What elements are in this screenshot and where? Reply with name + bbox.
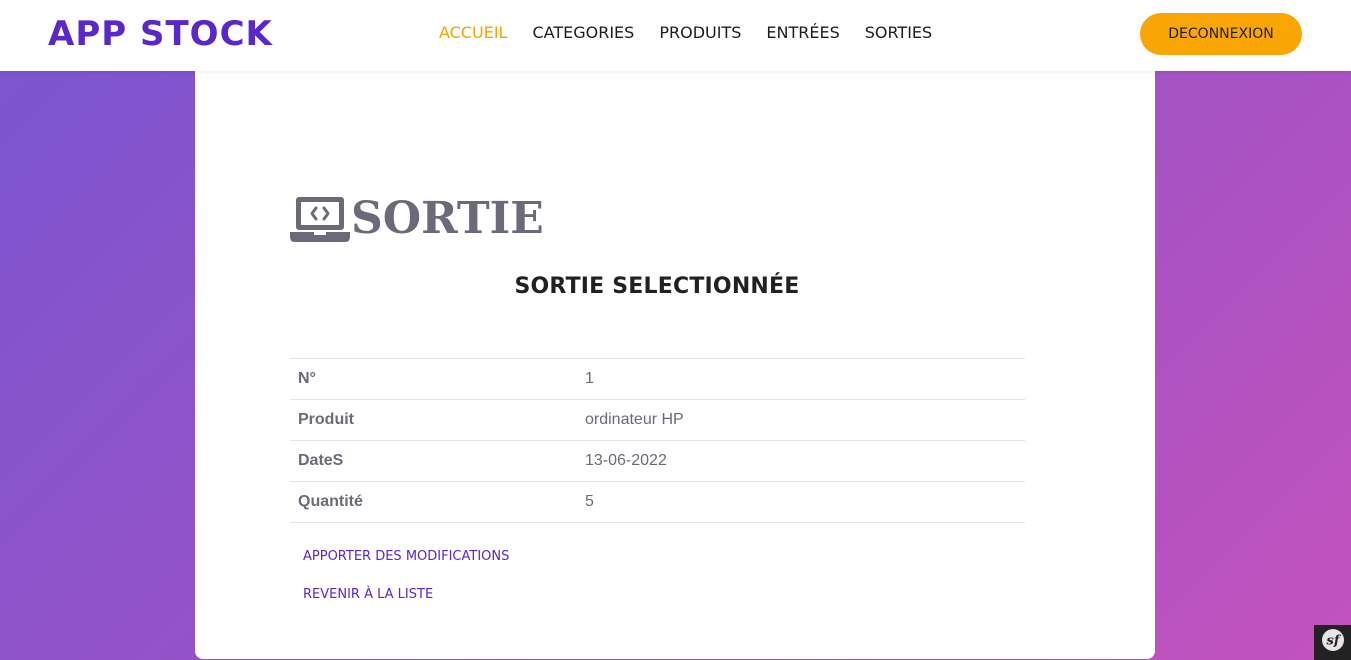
row-label: Produit (298, 411, 354, 428)
row-value: 13-06-2022 (585, 452, 667, 469)
row-label: N° (298, 370, 316, 387)
row-value: 1 (585, 370, 594, 387)
brand-logo[interactable]: APP STOCK (48, 12, 273, 56)
table-row: DateS 13-06-2022 (290, 440, 1025, 482)
page-subtitle: SORTIE SELECTIONNÉE (514, 274, 800, 299)
symfony-icon: sf (1321, 628, 1345, 657)
nav-item-sorties[interactable]: SORTIES (865, 22, 932, 44)
logout-button[interactable]: DECONNEXION (1140, 13, 1302, 55)
nav-item-accueil[interactable]: ACCUEIL (439, 22, 507, 44)
nav-item-produits[interactable]: PRODUITS (659, 22, 741, 44)
nav-item-categories[interactable]: CATEGORIES (532, 22, 634, 44)
page-title: SORTIE (351, 193, 544, 244)
detail-table: N° 1 Produit ordinateur HP DateS 13-06-2… (290, 358, 1025, 523)
table-row: Quantité 5 (290, 481, 1025, 523)
debug-toolbar-toggle[interactable]: sf (1314, 625, 1351, 660)
top-navbar: APP STOCK ACCUEIL CATEGORIES PRODUITS EN… (0, 0, 1351, 71)
table-row: N° 1 (290, 358, 1025, 400)
row-value: 5 (585, 493, 594, 510)
back-to-list-link[interactable]: REVENIR À LA LISTE (303, 587, 433, 602)
row-label: DateS (298, 452, 344, 469)
table-row: Produit ordinateur HP (290, 399, 1025, 441)
main-nav: ACCUEIL CATEGORIES PRODUITS ENTRÉES SORT… (439, 22, 932, 44)
content-card: SORTIE SORTIE SELECTIONNÉE N° 1 Produit … (195, 71, 1155, 659)
page-heading: SORTIE (290, 195, 544, 243)
row-value: ordinateur HP (585, 411, 684, 428)
edit-link[interactable]: APPORTER DES MODIFICATIONS (303, 549, 509, 564)
laptop-code-icon (290, 195, 350, 243)
nav-item-entrees[interactable]: ENTRÉES (766, 22, 839, 44)
row-label: Quantité (298, 493, 363, 510)
